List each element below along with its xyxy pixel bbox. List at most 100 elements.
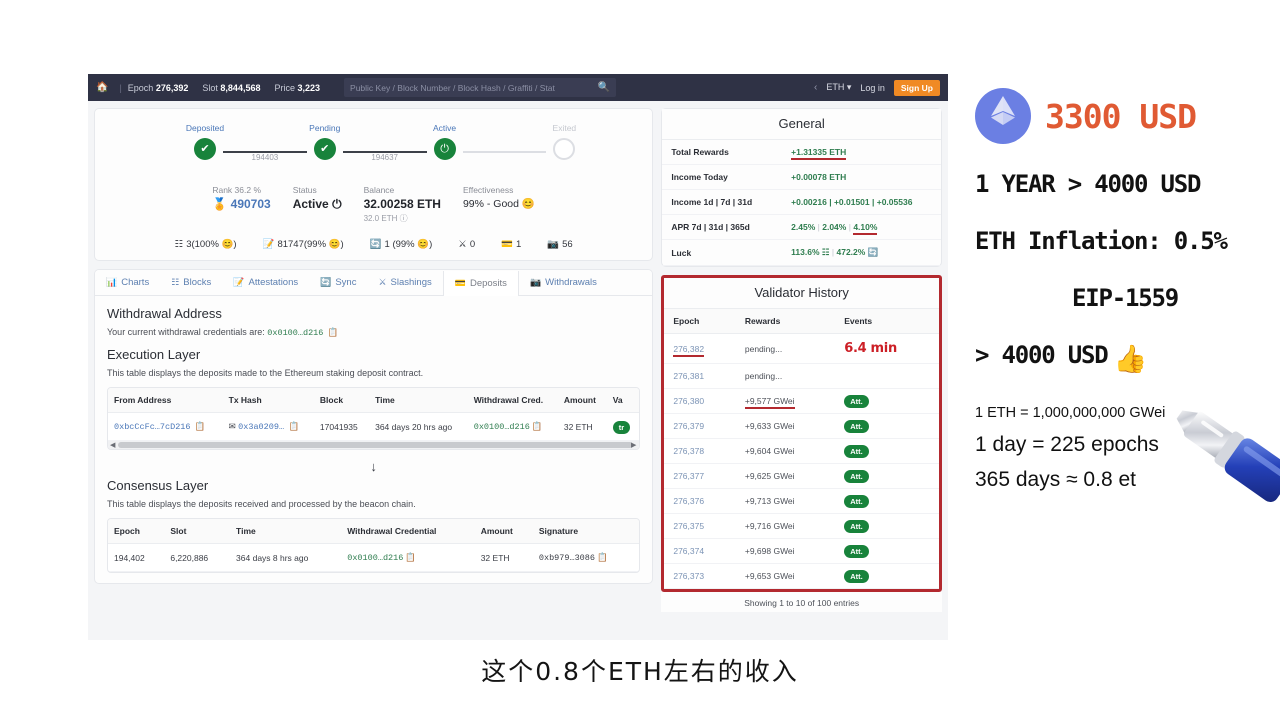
horizontal-scrollbar[interactable]: ◀ ▶ bbox=[108, 441, 640, 449]
scrollbar-thumb[interactable] bbox=[118, 442, 633, 448]
cell-epoch[interactable]: 276,382 bbox=[664, 333, 736, 364]
withdrawal-credentials-line: Your current withdrawal credentials are:… bbox=[107, 327, 339, 338]
navbar-slot-value: 8,844,568 bbox=[220, 82, 261, 93]
smile-icon: 😊 bbox=[521, 198, 535, 210]
col-withdrawal-cred[interactable]: Withdrawal Cred. bbox=[467, 388, 558, 413]
col-block[interactable]: Block bbox=[313, 388, 370, 413]
col-withdrawal-credential[interactable]: Withdrawal Credential bbox=[341, 519, 475, 544]
cell-slot[interactable]: 6,220,886 bbox=[164, 543, 231, 572]
withdrawal-address-title: Withdrawal Address bbox=[107, 306, 222, 321]
smile-icon: 😊 bbox=[221, 239, 234, 250]
cell-epoch[interactable]: 276,380 bbox=[664, 388, 736, 414]
col-epoch[interactable]: Epoch bbox=[108, 519, 165, 544]
stat-status-label: Status bbox=[292, 185, 317, 195]
col-from-address[interactable]: From Address bbox=[108, 388, 223, 413]
counter-attestations[interactable]: 📝 81747(99% 😊) bbox=[263, 239, 344, 250]
cell-epoch[interactable]: 276,378 bbox=[664, 438, 736, 464]
copy-icon[interactable]: 📋 bbox=[405, 552, 416, 562]
table-row: 194,402 6,220,886 364 days 8 hrs ago 0x0… bbox=[108, 543, 640, 572]
navbar-epoch[interactable]: Epoch 276,392 bbox=[128, 83, 189, 93]
navbar-slot-label: Slot bbox=[202, 82, 218, 93]
home-icon[interactable]: 🏠 bbox=[96, 82, 108, 93]
copy-icon[interactable]: 📋 bbox=[597, 552, 608, 562]
luck-blocks: 113.6% bbox=[791, 247, 820, 257]
help-icon[interactable]: ⓘ bbox=[400, 214, 408, 223]
scroll-left-arrow-icon[interactable]: ◀ bbox=[110, 441, 115, 449]
cell-epoch[interactable]: 276,376 bbox=[664, 488, 736, 514]
tab-charts[interactable]: 📊 Charts bbox=[95, 270, 160, 295]
connector-deposited-pending: 194403 bbox=[223, 140, 307, 162]
col-events[interactable]: Events bbox=[835, 309, 939, 334]
note-annual-yield: 365 days ≈ 0.8 et bbox=[975, 468, 1136, 491]
chart-icon: 📊 bbox=[106, 277, 118, 287]
cell-epoch[interactable]: 194,402 bbox=[108, 543, 165, 572]
chevron-left-icon[interactable]: ‹ bbox=[814, 82, 817, 93]
counter-slashings[interactable]: ⚔ 0 bbox=[458, 239, 475, 250]
cell-epoch[interactable]: 276,377 bbox=[664, 463, 736, 489]
power-icon: ⏻ bbox=[433, 138, 456, 160]
tab-attestations[interactable]: 📝 Attestations bbox=[222, 270, 309, 295]
copy-icon[interactable]: 📋 bbox=[288, 421, 299, 431]
navbar-price-label: Price bbox=[274, 82, 295, 93]
copy-icon[interactable]: 📋 bbox=[195, 421, 206, 431]
eth-price-row: 3300 USD bbox=[975, 88, 1275, 144]
step-deposited-label: Deposited bbox=[185, 123, 225, 133]
counter-sync[interactable]: 🔄 1 (99% 😊) bbox=[370, 239, 433, 250]
col-amount[interactable]: Amount bbox=[557, 388, 607, 413]
cell-from-address: 0xbcCcFc…7cD216 📋 bbox=[108, 412, 223, 441]
beaconchain-app-window: 🏠 | Epoch 276,392 Slot 8,844,568 Price 3… bbox=[88, 74, 948, 640]
counter-deposits[interactable]: 💳 1 bbox=[501, 239, 521, 250]
connector-active-exited bbox=[462, 140, 547, 162]
general-key: APR 7d | 31d | 365d bbox=[662, 214, 783, 240]
col-valid[interactable]: Va bbox=[606, 388, 640, 413]
attestation-badge: Att. bbox=[844, 395, 869, 408]
currency-selector[interactable]: ETH ▾ bbox=[826, 82, 851, 93]
cell-epoch[interactable]: 276,375 bbox=[664, 513, 736, 539]
cell-signature: 0xb979…3086 📋 bbox=[532, 543, 640, 572]
login-link[interactable]: Log in bbox=[860, 83, 885, 93]
col-signature[interactable]: Signature bbox=[532, 519, 640, 544]
cell-block[interactable]: 17041935 bbox=[313, 412, 370, 441]
cell-events: Att. bbox=[835, 538, 939, 564]
navbar-price[interactable]: Price 3,223 bbox=[274, 83, 320, 93]
table-row: 276,373 +9,653 GWei Att. bbox=[664, 563, 939, 589]
col-amount[interactable]: Amount bbox=[474, 519, 533, 544]
col-slot[interactable]: Slot bbox=[164, 519, 231, 544]
stat-rank-label: Rank 36.2 % bbox=[212, 185, 262, 195]
col-time[interactable]: Time bbox=[369, 388, 468, 413]
counter-blocks[interactable]: ☷ 3(100% 😊) bbox=[175, 239, 237, 250]
tab-slashings[interactable]: ⚔ Slashings bbox=[367, 270, 442, 295]
col-time[interactable]: Time bbox=[230, 519, 342, 544]
counter-withdrawals[interactable]: 📷 56 bbox=[547, 239, 572, 250]
general-key: Income 1d | 7d | 31d bbox=[662, 189, 783, 215]
cell-rewards: +9,653 GWei bbox=[735, 563, 836, 589]
scroll-right-arrow-icon[interactable]: ▶ bbox=[631, 441, 636, 449]
col-tx-hash[interactable]: Tx Hash bbox=[222, 388, 314, 413]
status-badge: tr bbox=[612, 420, 631, 434]
navbar-slot[interactable]: Slot 8,844,568 bbox=[202, 83, 260, 93]
general-row-luck: Luck 113.6% ☷ | 472.2% 🔄 bbox=[662, 239, 941, 266]
cell-epoch[interactable]: 276,373 bbox=[664, 563, 736, 589]
validator-lifecycle-steps: Deposited ✔ 194403 Pending ✔ 194637 Acti… bbox=[185, 121, 582, 175]
tab-withdrawals[interactable]: 📷 Withdrawals bbox=[519, 270, 608, 295]
cell-epoch[interactable]: 276,374 bbox=[664, 538, 736, 564]
cell-rewards: +9,716 GWei bbox=[735, 513, 836, 539]
search-icon[interactable]: 🔍 bbox=[598, 82, 610, 93]
tab-sync[interactable]: 🔄 Sync bbox=[309, 270, 367, 295]
apr-7d: 2.45% bbox=[791, 222, 816, 232]
tab-deposits[interactable]: 💳 Deposits bbox=[442, 271, 519, 296]
cell-epoch[interactable]: 276,379 bbox=[664, 413, 736, 439]
withdrawal-credential-value[interactable]: 0x0100…d216 bbox=[267, 328, 323, 338]
table-row: 276,378 +9,604 GWei Att. bbox=[664, 438, 939, 464]
tab-blocks[interactable]: ☷ Blocks bbox=[160, 270, 222, 295]
search-input[interactable]: Public Key / Block Number / Block Hash /… bbox=[344, 78, 617, 97]
stat-balance-value: 32.00258 ETH bbox=[363, 197, 441, 211]
copy-icon[interactable]: 📋 bbox=[328, 327, 339, 337]
copy-icon[interactable]: 📋 bbox=[532, 421, 543, 431]
cell-time: 364 days 8 hrs ago bbox=[230, 543, 342, 572]
cell-epoch[interactable]: 276,381 bbox=[664, 363, 736, 389]
general-card: General Total Rewards +1.31335 ETH Incom… bbox=[661, 108, 942, 267]
col-rewards[interactable]: Rewards bbox=[735, 309, 836, 334]
col-epoch[interactable]: Epoch bbox=[664, 309, 736, 334]
signup-button[interactable]: Sign Up bbox=[893, 79, 940, 96]
